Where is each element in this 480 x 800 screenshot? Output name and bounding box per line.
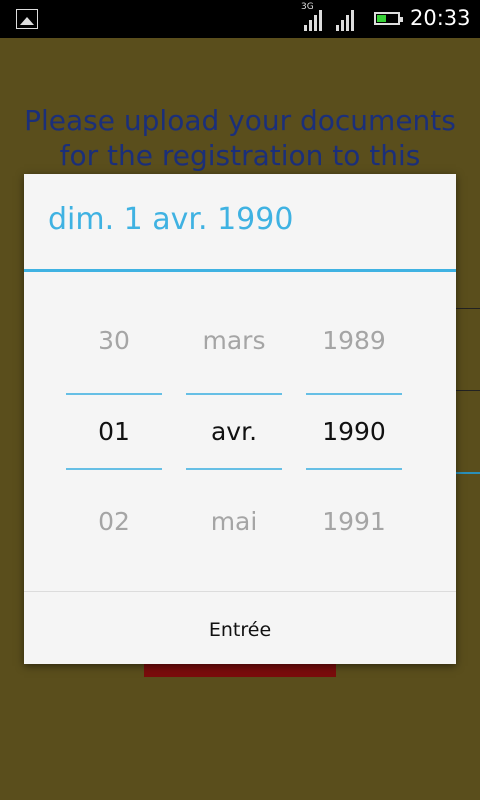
month-prev[interactable]: mars [186, 326, 282, 355]
day-separator-bottom [66, 468, 162, 470]
clock: 20:33 [410, 6, 471, 30]
day-prev[interactable]: 30 [66, 326, 162, 355]
month-separator-top [186, 393, 282, 395]
month-next[interactable]: mai [186, 507, 282, 536]
day-spinner[interactable]: 30 01 02 [66, 174, 162, 574]
day-selected[interactable]: 01 [66, 417, 162, 446]
active-field-underline [456, 472, 480, 474]
signal-strength-icon [304, 9, 326, 31]
month-separator-bottom [186, 468, 282, 470]
year-separator-top [306, 393, 402, 395]
date-picker-dialog: dim. 1 avr. 1990 30 01 02 mars avr. mai … [24, 174, 456, 664]
year-selected[interactable]: 1990 [306, 417, 402, 446]
day-next[interactable]: 02 [66, 507, 162, 536]
form-field-underline [456, 308, 480, 309]
month-spinner[interactable]: mars avr. mai [186, 174, 282, 574]
gallery-notification-icon [16, 9, 38, 29]
year-next[interactable]: 1991 [306, 507, 402, 536]
upload-button[interactable] [144, 664, 336, 677]
confirm-button[interactable]: Entrée [24, 592, 456, 664]
page-heading-line-2: for the registration to this [59, 139, 421, 172]
year-separator-bottom [306, 468, 402, 470]
month-selected[interactable]: avr. [186, 417, 282, 446]
page-heading-line-1: Please upload your documents [24, 104, 456, 137]
day-separator-top [66, 393, 162, 395]
year-spinner[interactable]: 1989 1990 1991 [306, 174, 402, 574]
page-heading: Please upload your documents for the reg… [0, 103, 480, 173]
battery-icon [374, 12, 403, 25]
status-bar: 3G 20:33 [0, 0, 480, 38]
form-field-underline [456, 390, 480, 391]
year-prev[interactable]: 1989 [306, 326, 402, 355]
signal-strength-icon-2 [336, 9, 358, 31]
